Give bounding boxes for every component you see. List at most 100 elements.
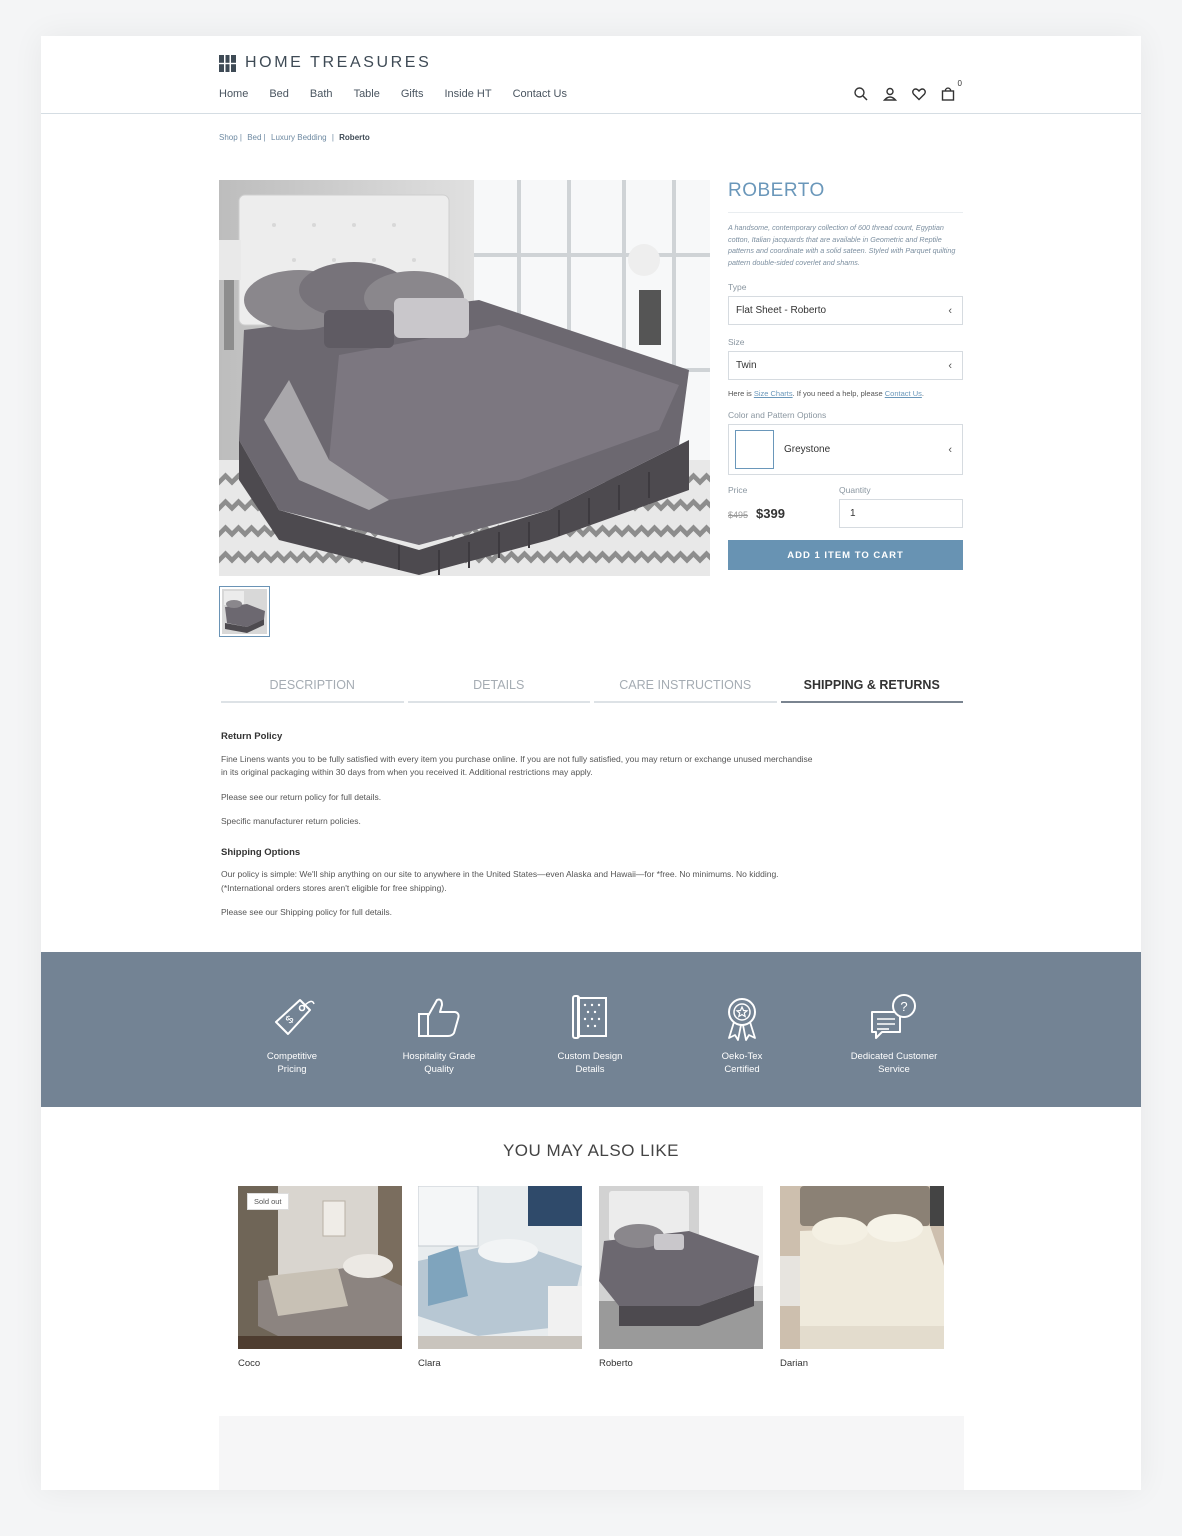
nav-inside-ht[interactable]: Inside HT bbox=[444, 88, 491, 100]
manufacturer-policies[interactable]: Specific manufacturer return policies. bbox=[221, 815, 821, 829]
nav-gifts[interactable]: Gifts bbox=[401, 88, 424, 100]
product-card-image[interactable] bbox=[418, 1186, 582, 1349]
roberto-photo bbox=[599, 1186, 763, 1349]
product-card-name[interactable]: Roberto bbox=[599, 1358, 763, 1369]
fabric-roll-icon bbox=[572, 995, 607, 1039]
feature-custom-design: Custom Design Details bbox=[530, 992, 650, 1076]
darian-photo bbox=[780, 1186, 944, 1349]
breadcrumb-shop[interactable]: Shop | bbox=[219, 133, 242, 142]
product-card-name[interactable]: Coco bbox=[238, 1358, 402, 1369]
product-thumbnail[interactable] bbox=[219, 586, 270, 637]
logo[interactable]: HOME TREASURES bbox=[219, 54, 431, 72]
return-policy-link[interactable]: Please see our return policy for full de… bbox=[221, 791, 821, 805]
svg-text:?: ? bbox=[900, 999, 907, 1014]
color-value: Greystone bbox=[784, 444, 831, 455]
feature-line1: Custom Design bbox=[557, 1051, 623, 1062]
product-main-image[interactable] bbox=[219, 180, 710, 576]
quantity-label: Quantity bbox=[839, 485, 871, 495]
quantity-input[interactable] bbox=[839, 499, 963, 528]
help-suffix: . bbox=[921, 389, 924, 398]
also-like-heading: YOU MAY ALSO LIKE bbox=[502, 1141, 680, 1160]
nav-home[interactable]: Home bbox=[219, 88, 248, 100]
size-select[interactable]: Twin ‹ bbox=[728, 351, 963, 380]
search-icon[interactable] bbox=[853, 86, 869, 102]
size-charts-link[interactable]: Size Charts bbox=[754, 389, 793, 398]
feature-line2: Certified bbox=[724, 1064, 760, 1075]
coco-photo bbox=[238, 1186, 402, 1349]
heart-icon[interactable] bbox=[911, 86, 927, 102]
product-card-name[interactable]: Darian bbox=[780, 1358, 944, 1369]
shipping-options-text: Our policy is simple: We'll ship anythin… bbox=[221, 869, 779, 893]
help-prefix: Here is bbox=[728, 389, 754, 398]
size-value: Twin bbox=[736, 360, 757, 371]
color-select[interactable]: Greystone ‹ bbox=[728, 424, 963, 475]
help-line: Here is Size Charts. If you need a help,… bbox=[728, 389, 963, 398]
feature-line2: Service bbox=[878, 1064, 910, 1075]
brand-name: HOME TREASURES bbox=[245, 54, 432, 71]
feature-customer-service: ? Dedicated Customer Service bbox=[834, 992, 954, 1076]
price-quantity-row: Price $495 $399 Quantity bbox=[728, 485, 963, 528]
shipping-options-heading: Shipping Options bbox=[221, 846, 301, 858]
product-card-name[interactable]: Clara bbox=[418, 1358, 582, 1369]
product-card-coco[interactable]: Sold out Coco bbox=[238, 1186, 402, 1369]
shipping-policy-link[interactable]: Please see our Shipping policy for full … bbox=[221, 906, 821, 920]
tab-details[interactable]: DETAILS bbox=[407, 678, 590, 703]
product-title: ROBERTO bbox=[728, 180, 963, 213]
feature-line1: Oeko-Tex bbox=[721, 1051, 763, 1062]
thumbnail-photo bbox=[222, 589, 267, 634]
size-label: Size bbox=[728, 337, 745, 347]
tab-description[interactable]: DESCRIPTION bbox=[221, 678, 404, 703]
feature-line2: Pricing bbox=[277, 1064, 307, 1075]
feature-line1: Hospitality Grade bbox=[402, 1051, 476, 1062]
return-policy-text: Fine Linens wants you to be fully satisf… bbox=[221, 753, 813, 778]
price-label: Price bbox=[728, 485, 748, 495]
product-card-darian[interactable]: Darian bbox=[780, 1186, 944, 1369]
nav-table[interactable]: Table bbox=[354, 88, 380, 100]
product-card-roberto[interactable]: Roberto bbox=[599, 1186, 763, 1369]
feature-oeko-tex: Oeko-Tex Certified bbox=[682, 992, 802, 1076]
tab-shipping-returns[interactable]: SHIPPING & RETURNS bbox=[780, 678, 963, 703]
old-price: $495 bbox=[728, 510, 749, 520]
main-nav: Home Bed Bath Table Gifts Inside HT Cont… bbox=[219, 88, 567, 100]
contact-us-link[interactable]: Contact Us bbox=[885, 389, 922, 398]
breadcrumb-separator: | bbox=[331, 133, 334, 142]
product-card-image[interactable] bbox=[599, 1186, 763, 1349]
award-ribbon-icon bbox=[728, 998, 756, 1041]
logo-mark-icon bbox=[219, 54, 236, 72]
product-card-clara[interactable]: Clara bbox=[418, 1186, 582, 1369]
breadcrumb: Shop | Bed | Luxury Bedding | Roberto bbox=[219, 133, 373, 142]
product-tabs: DESCRIPTION DETAILS CARE INSTRUCTIONS SH… bbox=[221, 678, 963, 703]
feature-line2: Quality bbox=[424, 1064, 454, 1075]
sold-out-badge: Sold out bbox=[247, 1193, 289, 1210]
type-label: Type bbox=[728, 282, 747, 292]
chevron-left-icon: ‹ bbox=[948, 304, 952, 317]
type-value: Flat Sheet - Roberto bbox=[736, 305, 827, 316]
thumbs-up-icon bbox=[418, 998, 460, 1037]
product-card-image[interactable]: Sold out bbox=[238, 1186, 402, 1349]
product-card-image[interactable] bbox=[780, 1186, 944, 1349]
user-icon[interactable] bbox=[882, 86, 898, 102]
prices: $495 $399 bbox=[728, 506, 803, 521]
cart-button[interactable]: 0 bbox=[940, 79, 962, 102]
nav-contact-us[interactable]: Contact Us bbox=[513, 88, 567, 100]
sale-price: $399 bbox=[756, 506, 785, 521]
product-info: ROBERTO A handsome, contemporary collect… bbox=[728, 180, 963, 570]
add-to-cart-button[interactable]: ADD 1 ITEM TO CART bbox=[728, 540, 963, 570]
color-swatch bbox=[735, 430, 774, 469]
footer-placeholder bbox=[219, 1416, 964, 1490]
price-column: Price $495 $399 bbox=[728, 485, 803, 528]
nav-bath[interactable]: Bath bbox=[310, 88, 333, 100]
feature-hospitality-grade: Hospitality Grade Quality bbox=[379, 992, 499, 1076]
header-icons: 0 bbox=[853, 79, 962, 102]
tab-care-instructions[interactable]: CARE INSTRUCTIONS bbox=[594, 678, 777, 703]
breadcrumb-bed[interactable]: Bed | bbox=[247, 133, 266, 142]
site-header: HOME TREASURES Home Bed Bath Table Gifts… bbox=[41, 36, 1141, 114]
chat-question-icon: ? bbox=[871, 994, 916, 1039]
help-middle: . If you need a help, please bbox=[792, 389, 885, 398]
type-select[interactable]: Flat Sheet - Roberto ‹ bbox=[728, 296, 963, 325]
nav-bed[interactable]: Bed bbox=[269, 88, 289, 100]
breadcrumb-luxury-bedding[interactable]: Luxury Bedding bbox=[271, 133, 327, 142]
feature-line1: Competitive bbox=[266, 1051, 318, 1062]
shopping-bag-icon bbox=[941, 87, 955, 101]
svg-text:$: $ bbox=[284, 1014, 297, 1027]
